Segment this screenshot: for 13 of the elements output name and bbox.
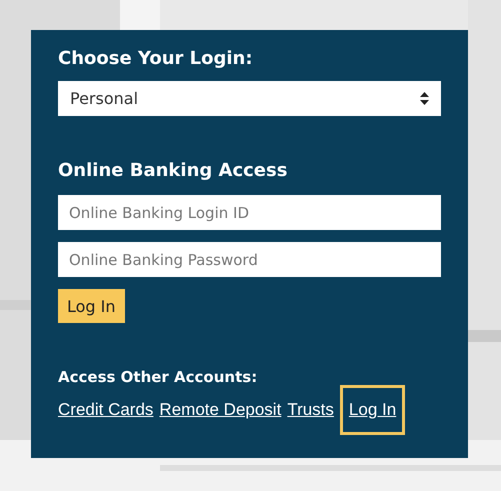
link[interactable]: Trusts	[284, 393, 337, 427]
link[interactable]: Log In	[340, 385, 406, 435]
select-value: Personal	[70, 89, 138, 108]
section-heading: Online Banking Access	[58, 159, 288, 183]
section-heading: Access Other Accounts:	[58, 367, 258, 387]
link[interactable]: Remote Deposit	[156, 393, 284, 427]
input-field[interactable]: Online Banking Password	[58, 242, 441, 277]
section-heading: Choose Your Login:	[58, 47, 254, 71]
login-type-select[interactable]: Personal	[58, 81, 441, 116]
sort-icon	[420, 92, 429, 105]
login-button[interactable]: Log In	[58, 289, 125, 323]
input-field[interactable]: Online Banking Login ID	[58, 195, 441, 230]
link[interactable]: Credit Cards	[55, 393, 156, 427]
